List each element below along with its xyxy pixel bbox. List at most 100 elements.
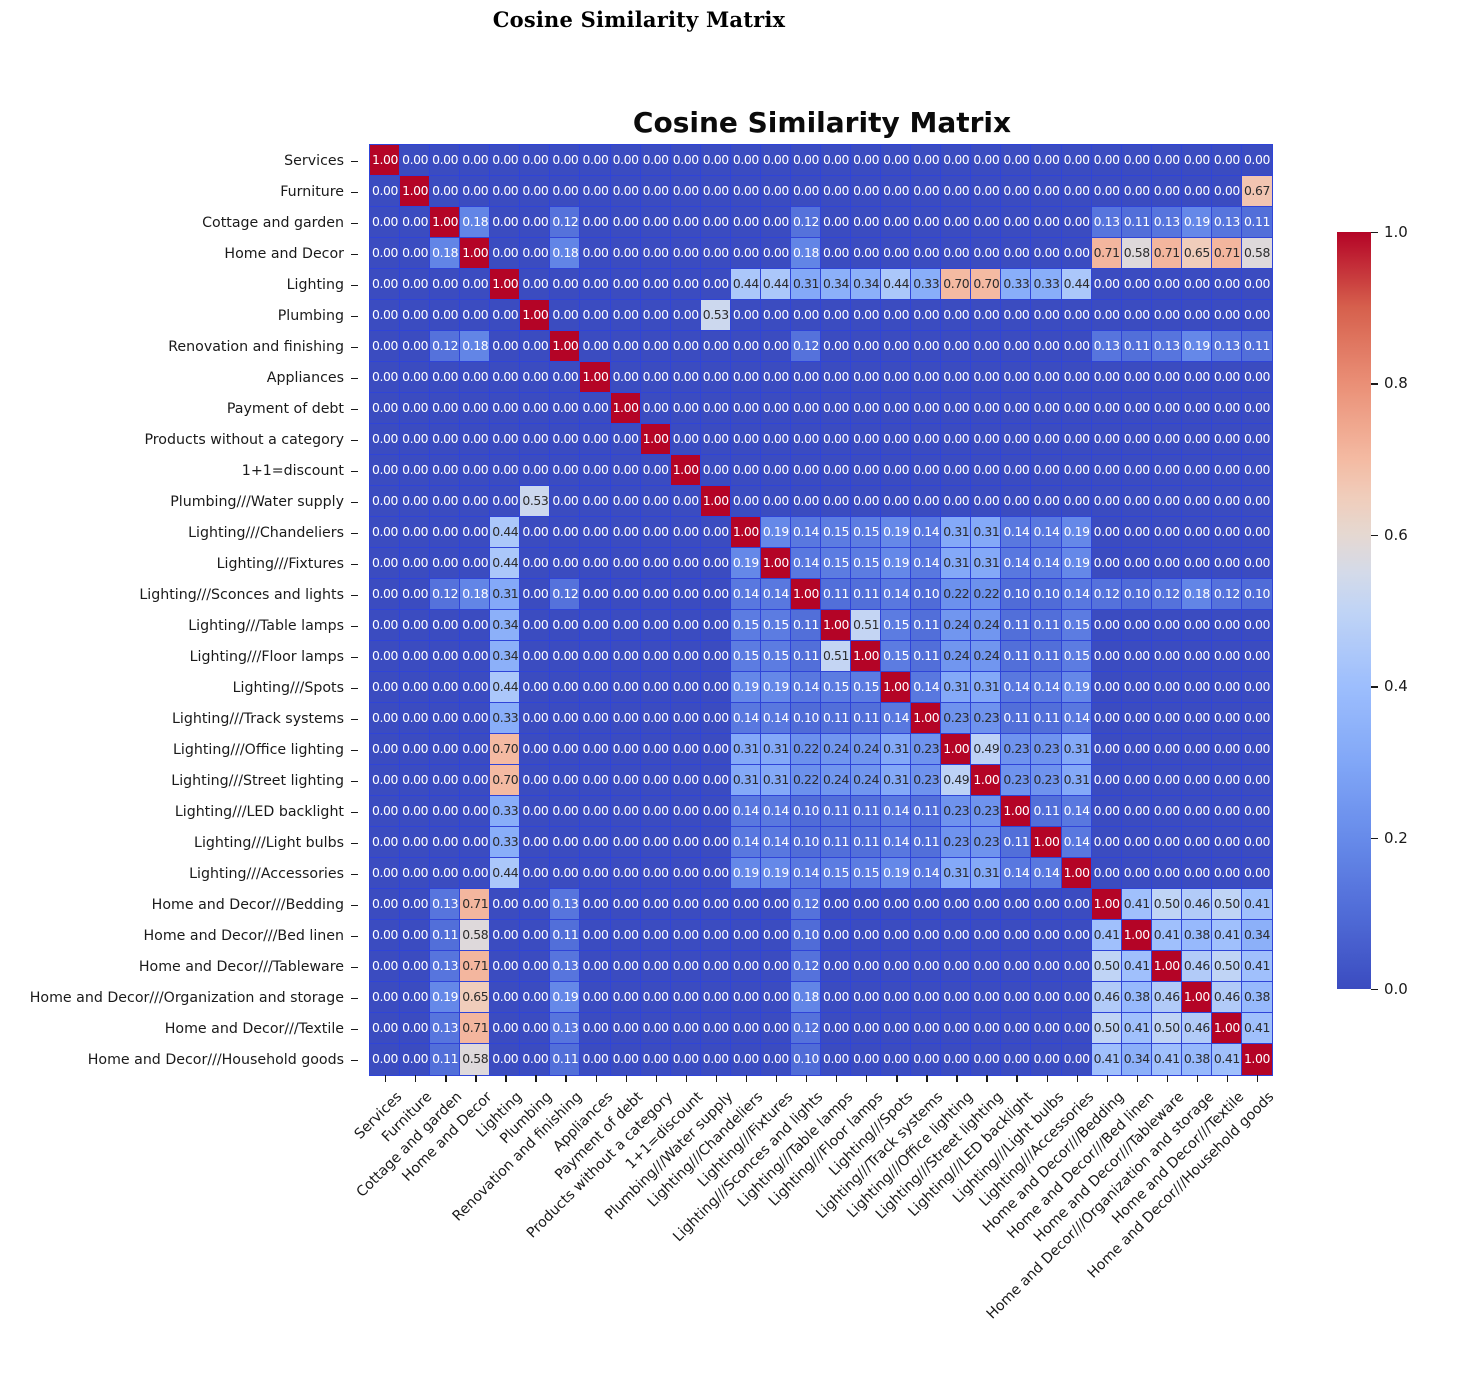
heatmap-cell[interactable]: 0.00 <box>519 144 552 177</box>
heatmap-cell[interactable]: 0.00 <box>1030 919 1063 952</box>
heatmap-cell[interactable]: 0.00 <box>1211 795 1243 828</box>
heatmap-cell[interactable]: 0.00 <box>850 361 882 394</box>
heatmap-cell[interactable]: 0.00 <box>760 144 792 177</box>
heatmap-cell[interactable]: 0.00 <box>1211 733 1243 766</box>
heatmap-cell[interactable]: 0.10 <box>1121 578 1153 611</box>
heatmap-cell[interactable]: 0.31 <box>940 516 972 549</box>
heatmap-cell[interactable]: 0.00 <box>1181 609 1213 642</box>
heatmap-cell[interactable]: 0.00 <box>579 299 612 332</box>
heatmap-cell[interactable]: 0.14 <box>880 578 912 611</box>
heatmap-cell[interactable]: 0.14 <box>760 702 792 735</box>
heatmap-cell[interactable]: 0.49 <box>940 764 972 797</box>
heatmap-cell[interactable]: 0.00 <box>369 330 401 363</box>
heatmap-cell[interactable]: 0.00 <box>700 206 732 239</box>
heatmap-cell[interactable]: 0.00 <box>910 950 942 983</box>
heatmap-cell[interactable]: 0.00 <box>399 888 431 921</box>
heatmap-cell[interactable]: 0.00 <box>429 733 461 766</box>
heatmap-cell[interactable]: 0.00 <box>1060 454 1093 487</box>
heatmap-cell[interactable]: 0.00 <box>579 1043 612 1076</box>
heatmap-cell[interactable]: 0.00 <box>489 950 521 983</box>
heatmap-cell[interactable]: 0.00 <box>579 733 612 766</box>
heatmap-cell[interactable]: 0.00 <box>369 361 401 394</box>
heatmap-cell[interactable]: 0.00 <box>1241 671 1273 704</box>
heatmap-cell[interactable]: 0.00 <box>1211 516 1243 549</box>
heatmap-cell[interactable]: 0.00 <box>1030 330 1063 363</box>
heatmap-cell[interactable]: 0.11 <box>1000 609 1033 642</box>
heatmap-cell[interactable]: 0.00 <box>459 423 491 456</box>
heatmap-cell[interactable]: 0.11 <box>549 1043 582 1076</box>
heatmap-cell[interactable]: 0.71 <box>1090 237 1123 270</box>
heatmap-cell[interactable]: 0.00 <box>399 299 431 332</box>
heatmap-cell[interactable]: 0.00 <box>940 392 972 425</box>
heatmap-cell[interactable]: 0.50 <box>1090 950 1123 983</box>
heatmap-cell[interactable]: 1.00 <box>910 702 942 735</box>
heatmap-cell[interactable]: 0.31 <box>790 268 822 301</box>
heatmap-cell[interactable]: 0.00 <box>1000 237 1033 270</box>
heatmap-cell[interactable]: 0.00 <box>1060 144 1093 177</box>
heatmap-cell[interactable]: 0.00 <box>730 981 762 1014</box>
heatmap-cell[interactable]: 0.00 <box>429 392 461 425</box>
heatmap-cell[interactable]: 0.11 <box>910 640 942 673</box>
heatmap-cell[interactable]: 0.00 <box>489 454 521 487</box>
heatmap-cell[interactable]: 0.00 <box>579 175 612 208</box>
heatmap-cell[interactable]: 0.00 <box>1211 268 1243 301</box>
heatmap-cell[interactable]: 0.00 <box>880 423 912 456</box>
heatmap-cell[interactable]: 0.00 <box>910 330 942 363</box>
heatmap-cell[interactable]: 1.00 <box>970 764 1003 797</box>
heatmap-cell[interactable]: 0.00 <box>1121 268 1153 301</box>
heatmap-cell[interactable]: 0.14 <box>880 826 912 859</box>
heatmap-cell[interactable]: 0.00 <box>369 640 401 673</box>
heatmap-cell[interactable]: 0.00 <box>1090 485 1123 518</box>
heatmap-cell[interactable]: 0.00 <box>609 454 642 487</box>
heatmap-cell[interactable]: 0.00 <box>489 1043 521 1076</box>
heatmap-cell[interactable]: 0.19 <box>880 516 912 549</box>
heatmap-cell[interactable]: 0.18 <box>429 237 461 270</box>
heatmap-cell[interactable]: 0.24 <box>820 733 852 766</box>
heatmap-cell[interactable]: 0.00 <box>579 702 612 735</box>
heatmap-cell[interactable]: 0.12 <box>1151 578 1183 611</box>
heatmap-cell[interactable]: 0.14 <box>1060 578 1093 611</box>
heatmap-cell[interactable]: 0.00 <box>399 206 431 239</box>
heatmap-cell[interactable]: 0.71 <box>459 888 491 921</box>
heatmap-cell[interactable]: 0.00 <box>1090 640 1123 673</box>
heatmap-cell[interactable]: 0.00 <box>519 764 552 797</box>
heatmap-cell[interactable]: 0.31 <box>970 547 1003 580</box>
heatmap-cell[interactable]: 0.00 <box>579 764 612 797</box>
heatmap-cell[interactable]: 0.12 <box>1090 578 1123 611</box>
heatmap-cell[interactable]: 0.00 <box>399 237 431 270</box>
heatmap-cell[interactable]: 0.00 <box>639 609 672 642</box>
heatmap-cell[interactable]: 0.41 <box>1211 919 1243 952</box>
heatmap-cell[interactable]: 0.00 <box>670 919 702 952</box>
heatmap-cell[interactable]: 0.00 <box>459 361 491 394</box>
heatmap-cell[interactable]: 0.00 <box>1181 516 1213 549</box>
heatmap-cell[interactable]: 0.00 <box>730 454 762 487</box>
heatmap-cell[interactable]: 0.00 <box>940 330 972 363</box>
heatmap-cell[interactable]: 0.00 <box>850 485 882 518</box>
heatmap-cell[interactable]: 0.00 <box>820 919 852 952</box>
heatmap-cell[interactable]: 0.00 <box>790 299 822 332</box>
heatmap-cell[interactable]: 0.00 <box>609 640 642 673</box>
heatmap-cell[interactable]: 0.19 <box>730 857 762 890</box>
heatmap-cell[interactable]: 0.31 <box>940 857 972 890</box>
heatmap-cell[interactable]: 0.00 <box>609 919 642 952</box>
heatmap-cell[interactable]: 0.10 <box>1241 578 1273 611</box>
heatmap-cell[interactable]: 0.50 <box>1090 1012 1123 1045</box>
heatmap-cell[interactable]: 0.00 <box>429 671 461 704</box>
heatmap-cell[interactable]: 0.00 <box>760 361 792 394</box>
heatmap-cell[interactable]: 1.00 <box>820 609 852 642</box>
heatmap-cell[interactable]: 0.00 <box>549 795 582 828</box>
heatmap-cell[interactable]: 0.13 <box>1090 330 1123 363</box>
heatmap-cell[interactable]: 0.14 <box>1060 795 1093 828</box>
heatmap-cell[interactable]: 0.00 <box>670 392 702 425</box>
heatmap-cell[interactable]: 0.00 <box>459 175 491 208</box>
heatmap-cell[interactable]: 0.00 <box>940 237 972 270</box>
heatmap-cell[interactable]: 0.14 <box>880 795 912 828</box>
heatmap-cell[interactable]: 0.00 <box>1181 454 1213 487</box>
heatmap-cell[interactable]: 0.11 <box>850 702 882 735</box>
heatmap-cell[interactable]: 0.00 <box>940 361 972 394</box>
heatmap-cell[interactable]: 0.34 <box>850 268 882 301</box>
heatmap-cell[interactable]: 0.10 <box>790 795 822 828</box>
heatmap-cell[interactable]: 0.00 <box>399 764 431 797</box>
heatmap-cell[interactable]: 0.00 <box>1181 857 1213 890</box>
heatmap-cell[interactable]: 0.00 <box>1000 361 1033 394</box>
